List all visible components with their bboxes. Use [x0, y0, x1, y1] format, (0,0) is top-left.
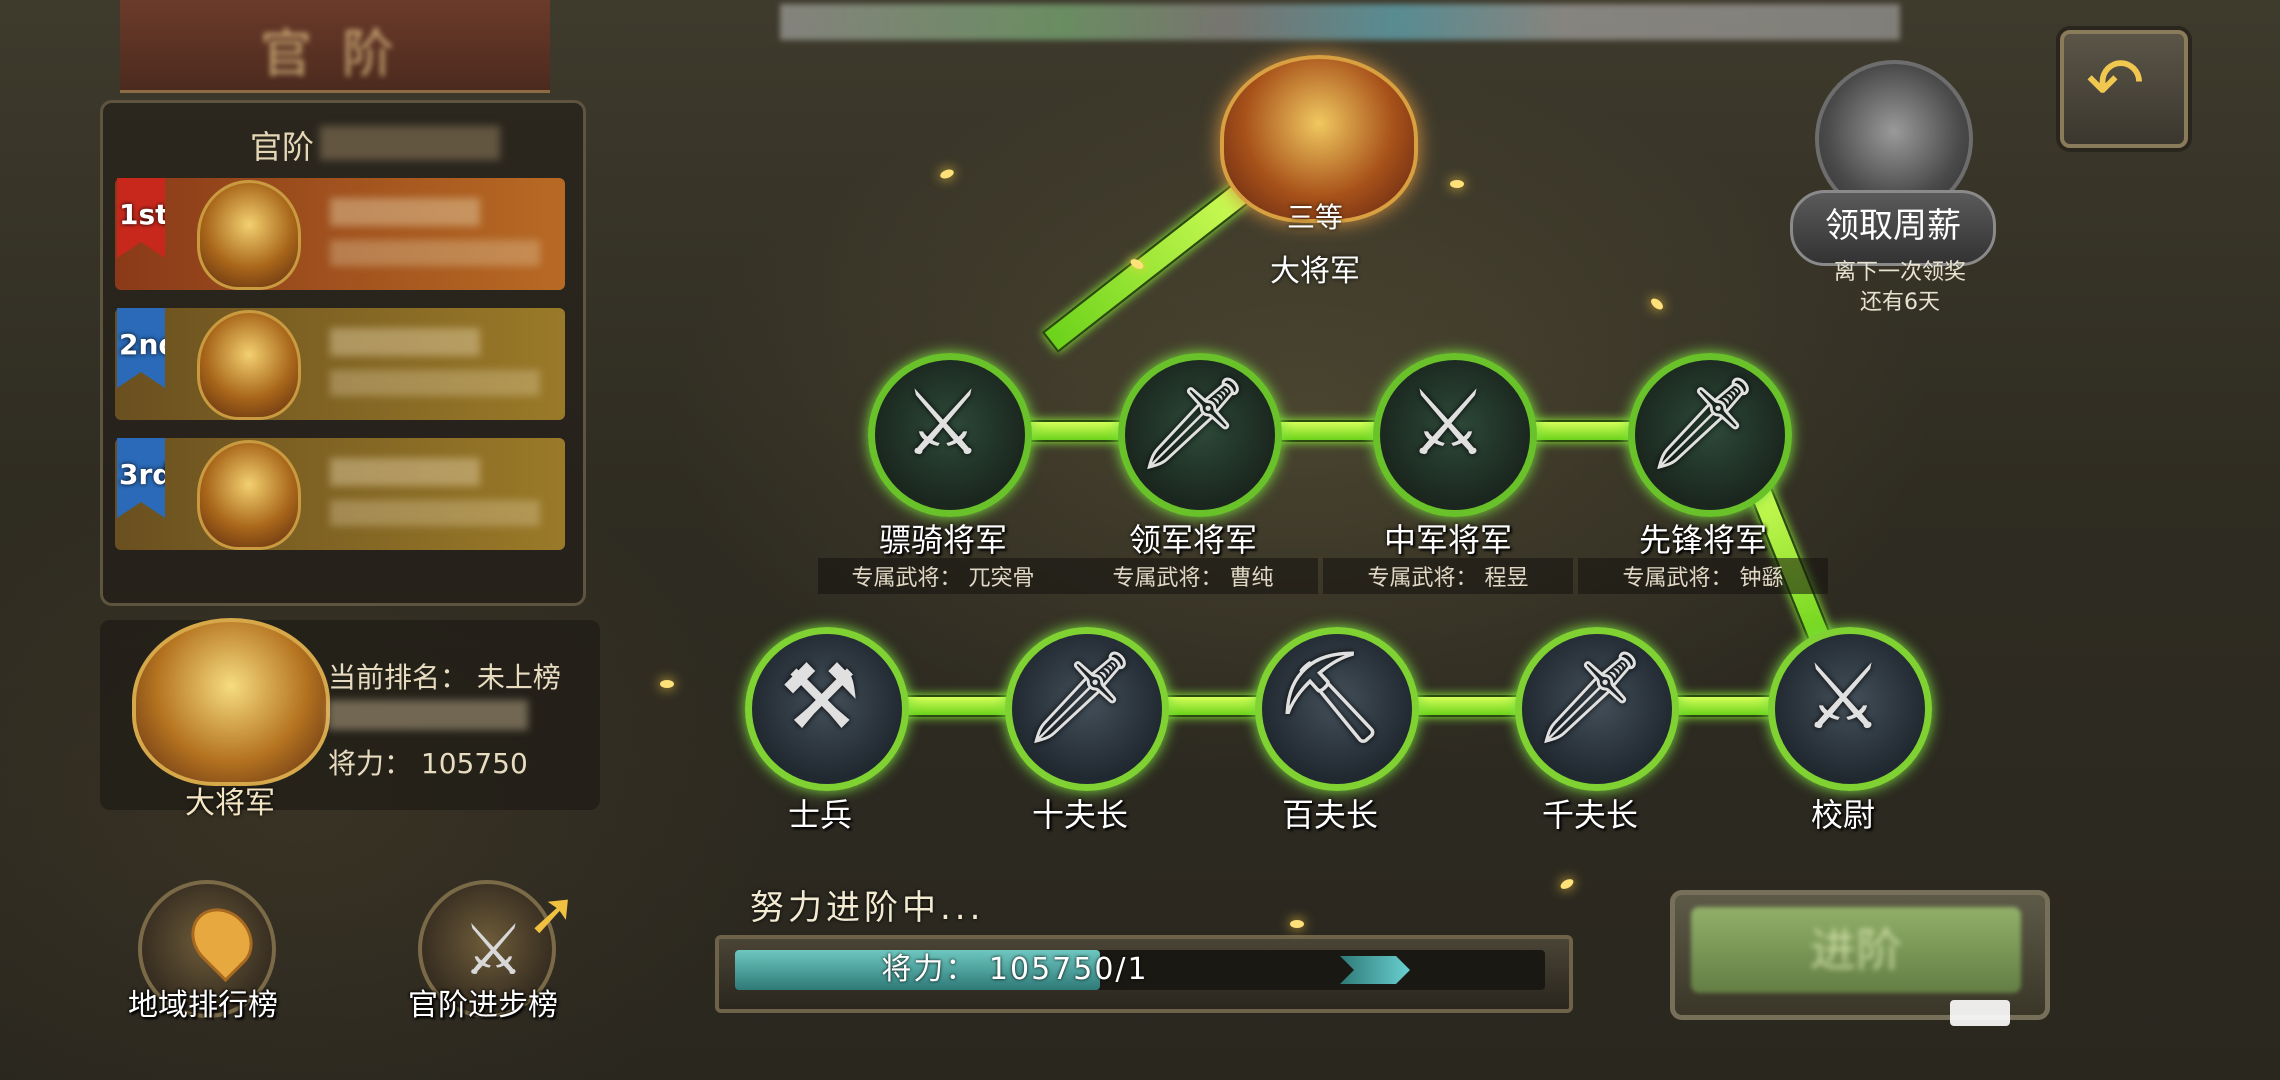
rank-row-1[interactable]: 1st — [115, 178, 565, 290]
rank-emblem-icon — [197, 440, 301, 550]
general-emblem-icon — [132, 618, 330, 786]
exclusive-general: 专属武将： 程昱 — [1323, 558, 1573, 594]
rank-row-2[interactable]: 2nd — [115, 308, 565, 420]
salary-note-line2: 还有6天 — [1860, 290, 1940, 315]
rank-node-ten-leader[interactable]: 🗡 — [1005, 627, 1169, 791]
rank-title: 校尉 — [1810, 796, 1875, 834]
rank-title-grand-general: 大将军 — [1270, 254, 1360, 289]
salary-label: 领取周薪 — [1790, 190, 1996, 266]
exclusive-general: 专属武将： 钟繇 — [1578, 558, 1828, 594]
region-rank-label: 地域排行榜 — [128, 988, 278, 1023]
pickaxe-icon: ⛏ — [1272, 645, 1388, 750]
current-power: 将力： 105750 — [328, 747, 528, 780]
sickle-icon: ⚒ — [779, 645, 861, 750]
rank-title: 千夫长 — [1541, 796, 1638, 834]
rank-node-thousand-leader[interactable]: 🗡 — [1515, 627, 1679, 791]
back-arrow-icon: ↶ — [2086, 42, 2145, 124]
region-rank-button[interactable]: 地域排行榜 — [118, 880, 288, 1050]
rank-list-header: 官阶 — [250, 128, 315, 166]
rank-header-blurred — [320, 126, 500, 160]
rank-emblem-icon — [197, 180, 301, 290]
progress-text: 将力： 105750/1 — [881, 952, 1149, 987]
rank-title: 先锋将军 — [1638, 521, 1767, 559]
arrow-up-icon: ➚ — [527, 879, 578, 949]
salary-note-line1: 离下一次领奖 — [1833, 260, 1966, 285]
exclusive-general: 专属武将： 曹纯 — [1068, 558, 1318, 594]
crossed-swords-icon: ⚔ — [902, 371, 984, 476]
page-title: 官阶 — [260, 25, 425, 85]
curved-blade-icon: 🗡 — [1532, 645, 1648, 750]
rank-node-vanguard-general[interactable]: 🗡 — [1628, 353, 1792, 517]
rank-node-captain[interactable]: ⚔ — [1768, 627, 1932, 791]
rank-node-hundred-leader[interactable]: ⛏ — [1255, 627, 1419, 791]
rank-title: 领军将军 — [1128, 521, 1257, 559]
rank-title: 士兵 — [787, 796, 852, 834]
rank-title: 中军将军 — [1383, 521, 1512, 559]
triple-swords-icon: 🗡 — [1135, 371, 1251, 476]
rank-title: 十夫长 — [1031, 796, 1128, 834]
rank-node-soldier[interactable]: ⚒ — [745, 627, 909, 791]
rank-node-leading-general[interactable]: 🗡 — [1118, 353, 1282, 517]
rank-title: 百夫长 — [1281, 796, 1378, 834]
rank-node-cavalry-general[interactable]: ⚔ — [868, 353, 1032, 517]
weekly-salary-button[interactable]: 领取周薪 — [1790, 60, 1996, 266]
title-banner: 官阶 — [120, 0, 550, 93]
exclusive-general: 专属武将： 兀突骨 — [818, 558, 1068, 594]
location-pin-icon — [178, 895, 266, 983]
rank-badge-icon: 2nd — [117, 308, 165, 388]
current-rank: 当前排名： 未上榜 — [328, 661, 561, 694]
watermark — [1950, 1000, 2010, 1026]
connector-line — [1000, 420, 1694, 442]
glaive-icon: ⚔ — [1802, 645, 1884, 750]
rank-title: 骠骑将军 — [878, 521, 1007, 559]
crossed-swords-icon: ⚔ — [1407, 371, 1489, 476]
rank-badge-icon: 3rd — [117, 438, 165, 518]
progress-caption: 努力进阶中... — [750, 888, 985, 928]
dagger-icon: 🗡 — [1022, 645, 1138, 750]
back-button[interactable]: ↶ — [2060, 30, 2188, 148]
rank-badge-icon: 1st — [117, 178, 165, 258]
sword-icon: 🗡 — [1645, 371, 1761, 476]
current-region-blurred — [328, 700, 528, 730]
salary-countdown: 离下一次领奖 还有6天 — [1780, 258, 2020, 318]
rank-progress-label: 官阶进步榜 — [408, 988, 558, 1023]
rank-row-3[interactable]: 3rd — [115, 438, 565, 550]
scrolling-notice — [780, 4, 1900, 40]
rank-node-central-general[interactable]: ⚔ — [1373, 353, 1537, 517]
current-title: 大将军 — [185, 786, 275, 821]
rank-emblem-icon — [197, 310, 301, 420]
rank-grade: 三等 — [1286, 201, 1343, 234]
rank-progress-button[interactable]: ⚔ ➚ 官阶进步榜 — [398, 879, 577, 1050]
